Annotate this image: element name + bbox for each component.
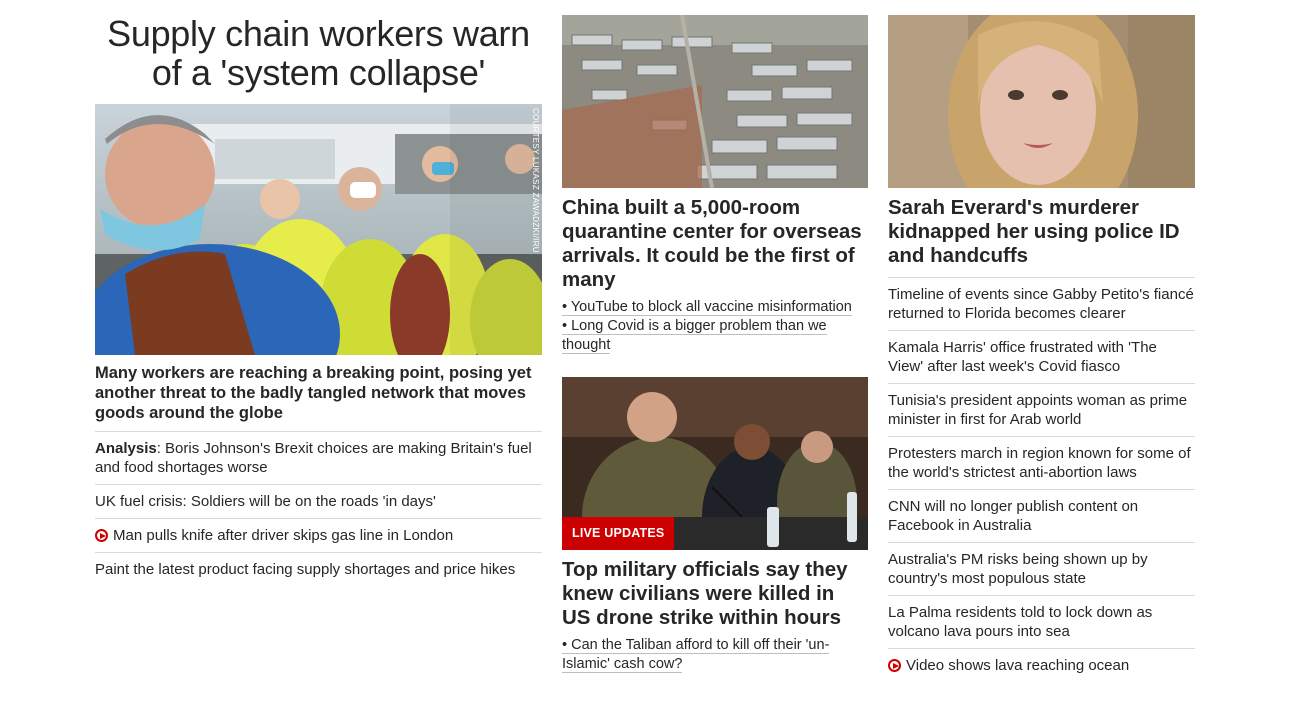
related-link-text: Timeline of events since Gabby Petito's … bbox=[888, 286, 1194, 322]
related-link-tunisia[interactable]: Tunisia's president appoints woman as pr… bbox=[888, 383, 1195, 436]
related-link-text: Kamala Harris' office frustrated with 'T… bbox=[888, 339, 1157, 375]
related-link-long-covid[interactable]: • Long Covid is a bigger problem than we… bbox=[562, 317, 868, 355]
related-link-text: : Boris Johnson's Brexit choices are mak… bbox=[95, 440, 532, 476]
play-circle-icon bbox=[888, 659, 901, 672]
related-link-text: Paint the latest product facing supply s… bbox=[95, 561, 516, 578]
lead-headline[interactable]: Supply chain workers warn of a 'system c… bbox=[95, 14, 542, 92]
related-link-text: La Palma residents told to lock down as … bbox=[888, 604, 1153, 640]
related-link-protesters[interactable]: Protesters march in region known for som… bbox=[888, 436, 1195, 489]
related-link-text: Man pulls knife after driver skips gas l… bbox=[113, 527, 454, 544]
military-story-title[interactable]: Top military officials say they knew civ… bbox=[562, 558, 868, 630]
related-link-text: UK fuel crisis: Soldiers will be on the … bbox=[95, 493, 436, 510]
related-link-soldiers[interactable]: UK fuel crisis: Soldiers will be on the … bbox=[95, 484, 542, 518]
portrait-photo bbox=[888, 15, 1195, 188]
related-link-taliban[interactable]: • Can the Taliban afford to kill off the… bbox=[562, 636, 868, 674]
related-link-youtube[interactable]: • YouTube to block all vaccine misinform… bbox=[562, 298, 868, 317]
related-link-cnn-facebook[interactable]: CNN will no longer publish content on Fa… bbox=[888, 489, 1195, 542]
live-updates-badge[interactable]: LIVE UPDATES bbox=[562, 517, 675, 550]
related-link-gabby-petito[interactable]: Timeline of events since Gabby Petito's … bbox=[888, 277, 1195, 330]
play-circle-icon bbox=[95, 529, 108, 542]
lead-related-links: Analysis: Boris Johnson's Brexit choices… bbox=[95, 431, 542, 586]
quarantine-story-title[interactable]: China built a 5,000-room quarantine cent… bbox=[562, 196, 868, 292]
sarah-everard-image[interactable] bbox=[888, 15, 1195, 188]
photo-credit: COURTESY LUKASZ ZAWADZKI/IRU bbox=[531, 108, 540, 253]
related-link-text: Tunisia's president appoints woman as pr… bbox=[888, 392, 1188, 428]
related-link-brexit[interactable]: Analysis: Boris Johnson's Brexit choices… bbox=[95, 431, 542, 484]
everard-story-title[interactable]: Sarah Everard's murderer kidnapped her u… bbox=[888, 196, 1195, 268]
related-link-text: Protesters march in region known for som… bbox=[888, 445, 1191, 481]
related-link-paint[interactable]: Paint the latest product facing supply s… bbox=[95, 552, 542, 586]
lead-image[interactable]: COURTESY LUKASZ ZAWADZKI/IRU bbox=[95, 104, 542, 355]
right-related-links: Timeline of events since Gabby Petito's … bbox=[888, 277, 1195, 682]
lead-subhead[interactable]: Many workers are reaching a breaking poi… bbox=[95, 363, 542, 423]
related-link-lava-video[interactable]: Video shows lava reaching ocean bbox=[888, 648, 1195, 682]
related-link-text: Australia's PM risks being shown up by c… bbox=[888, 551, 1148, 587]
lead-column: Supply chain workers warn of a 'system c… bbox=[95, 0, 542, 586]
middle-column: China built a 5,000-room quarantine cent… bbox=[562, 0, 868, 674]
right-column: Sarah Everard's murderer kidnapped her u… bbox=[888, 0, 1195, 682]
related-link-la-palma[interactable]: La Palma residents told to lock down as … bbox=[888, 595, 1195, 648]
related-link-australia-pm[interactable]: Australia's PM risks being shown up by c… bbox=[888, 542, 1195, 595]
related-link-text: CNN will no longer publish content on Fa… bbox=[888, 498, 1139, 534]
analysis-label: Analysis bbox=[95, 440, 157, 457]
workers-photo bbox=[95, 104, 542, 355]
quarantine-center-image[interactable] bbox=[562, 15, 868, 188]
related-link-knife-video[interactable]: Man pulls knife after driver skips gas l… bbox=[95, 518, 542, 552]
related-link-kamala-harris[interactable]: Kamala Harris' office frustrated with 'T… bbox=[888, 330, 1195, 383]
military-hearing-image[interactable]: LIVE UPDATES bbox=[562, 377, 868, 550]
quarantine-aerial-photo bbox=[562, 15, 868, 188]
related-link-text: Video shows lava reaching ocean bbox=[906, 657, 1130, 674]
